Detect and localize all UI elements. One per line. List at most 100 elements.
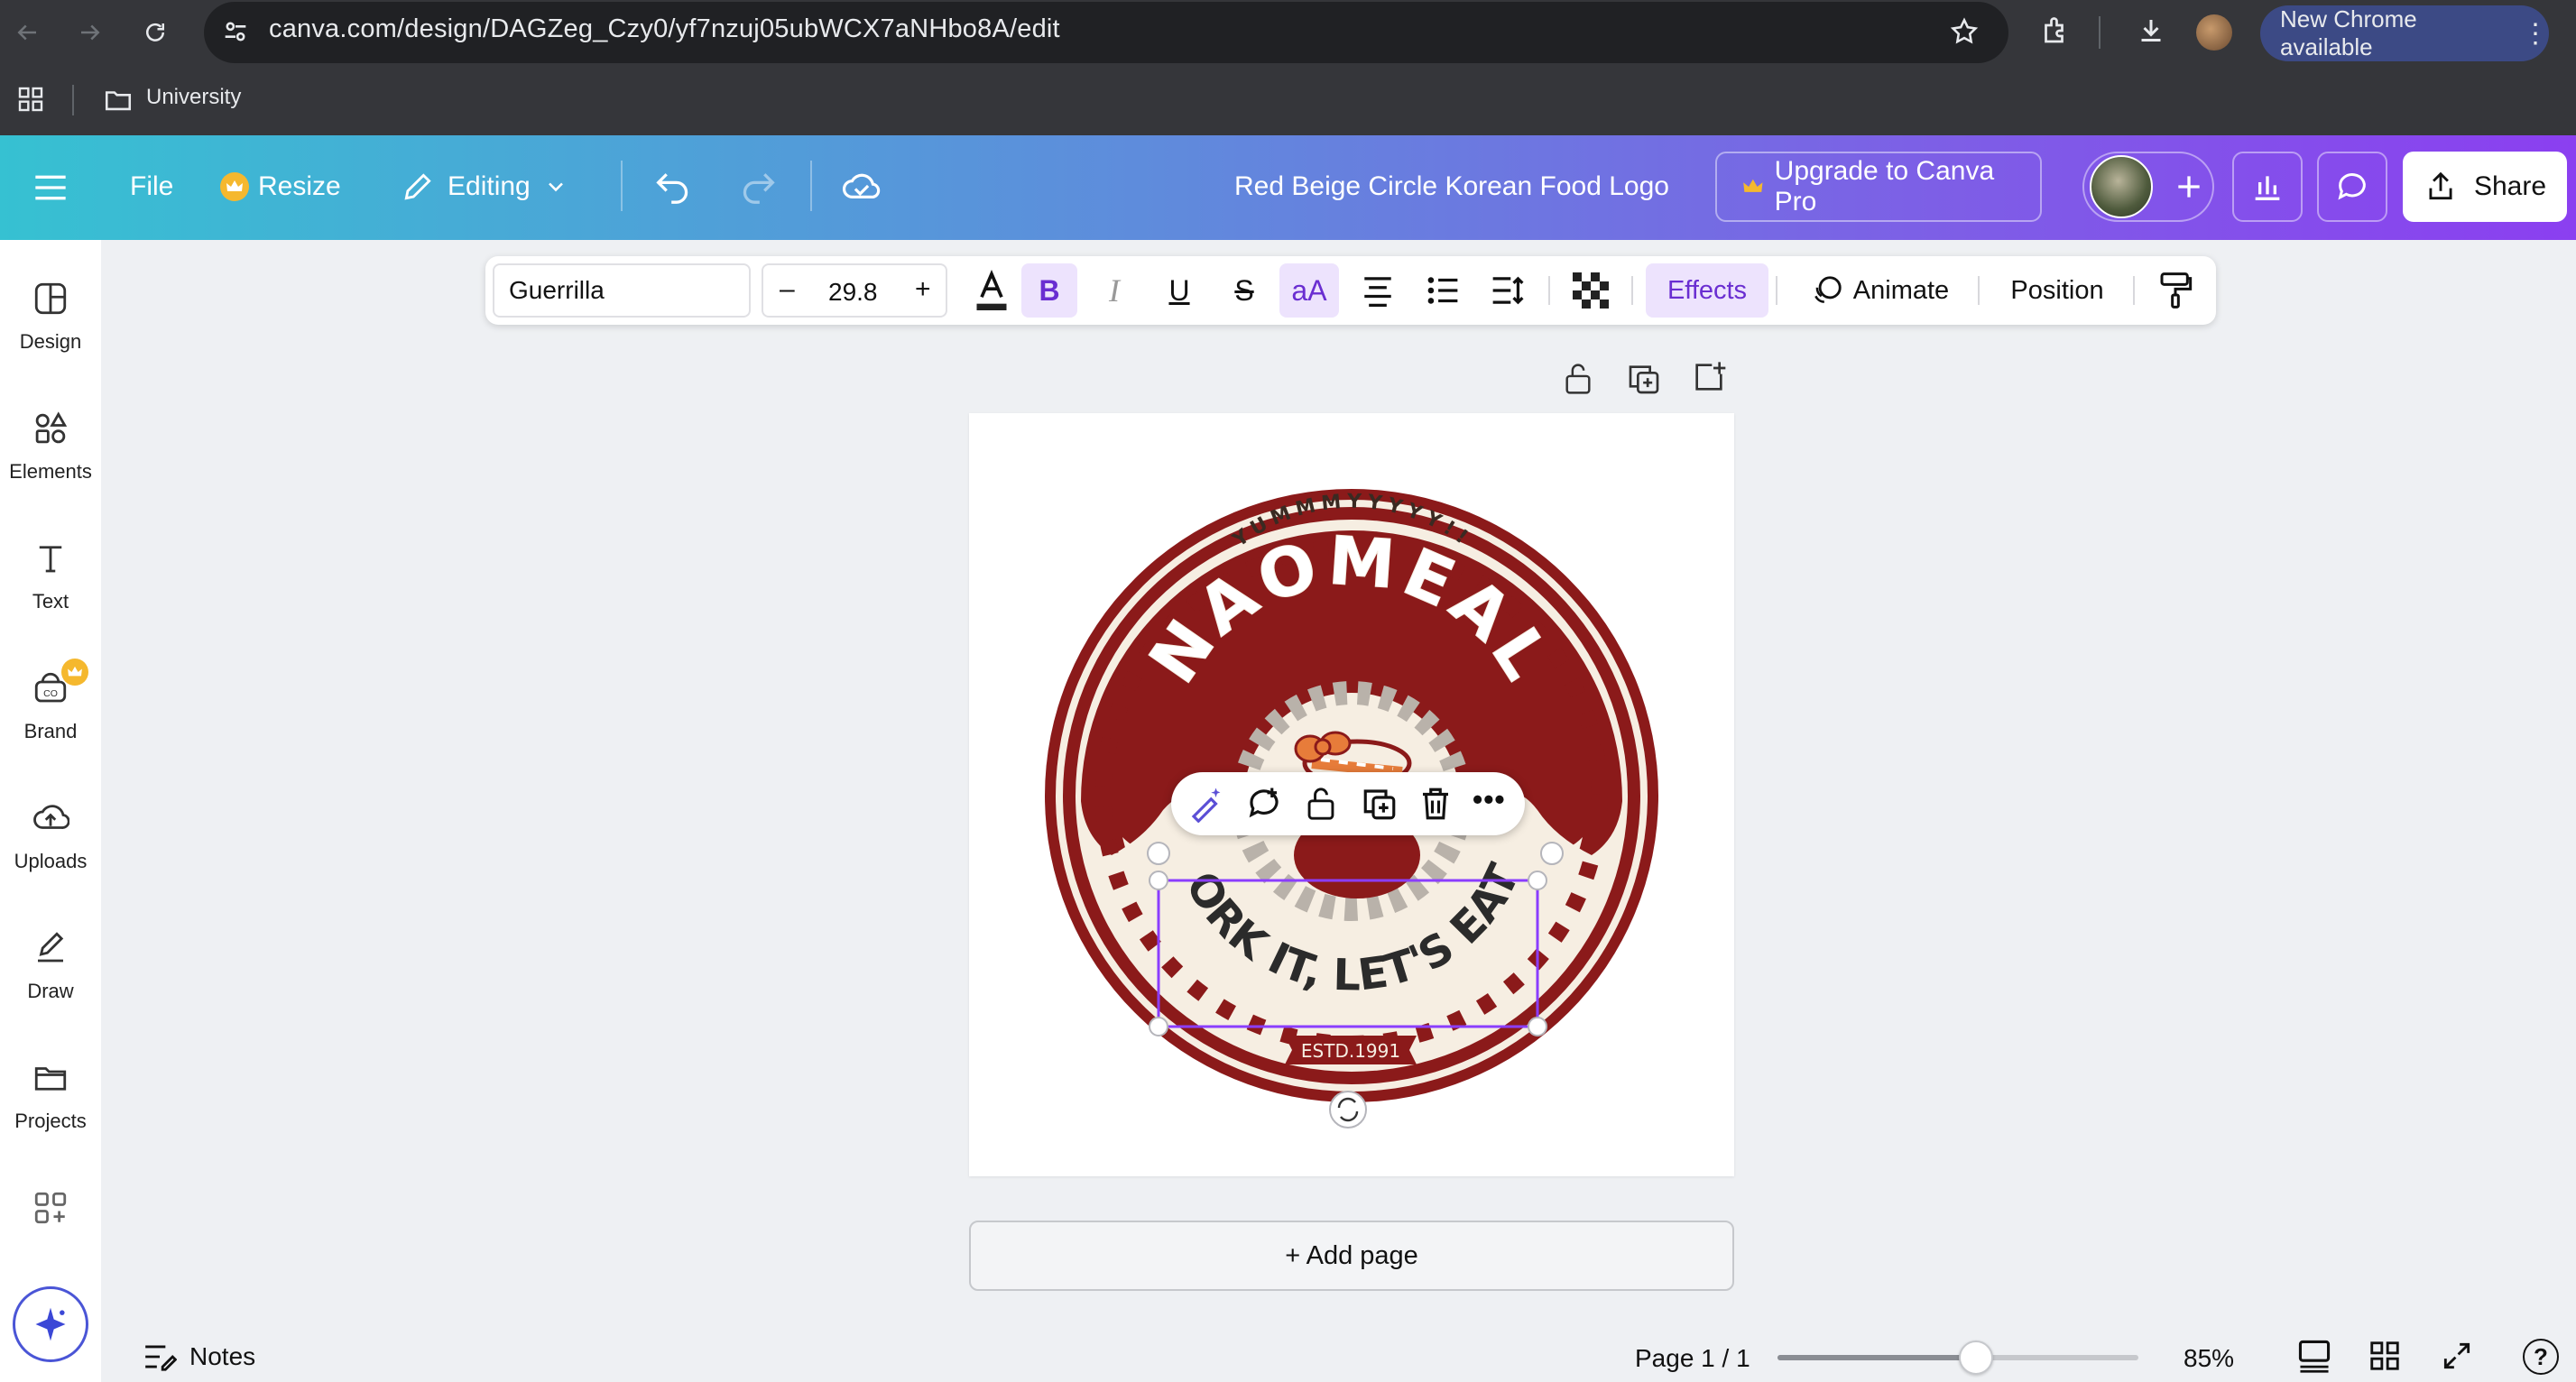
increase-size-button[interactable]: + — [915, 274, 931, 305]
transparency-icon — [1573, 272, 1609, 309]
menu-hamburger-icon[interactable] — [32, 171, 69, 204]
side-panel: Design Elements Text CO Brand Uploads Dr… — [0, 240, 101, 1382]
sidebar-item-label: Draw — [27, 980, 74, 1002]
cloud-saved-icon[interactable] — [841, 168, 882, 204]
animate-label: Animate — [1852, 275, 1950, 305]
sidebar-item-label: Uploads — [14, 850, 88, 872]
notes-button[interactable]: Notes — [143, 1342, 255, 1371]
download-icon[interactable] — [2135, 14, 2167, 47]
profile-avatar[interactable] — [2196, 14, 2232, 51]
pen-icon — [38, 932, 64, 963]
resize-label: Resize — [258, 171, 341, 201]
sidebar-apps[interactable] — [0, 1189, 101, 1239]
reload-icon[interactable] — [135, 13, 175, 52]
estd-text[interactable]: ESTD.1991 — [1301, 1040, 1400, 1062]
sidebar-item-text[interactable]: Text — [0, 539, 101, 613]
element-context-menu: ••• — [1171, 772, 1525, 835]
underline-button[interactable]: U — [1151, 256, 1207, 325]
collaborators-group[interactable] — [2082, 152, 2214, 222]
magic-assistant-button[interactable] — [13, 1286, 88, 1362]
pencil-icon — [404, 173, 431, 200]
sidebar-item-elements[interactable]: Elements — [0, 410, 101, 484]
sidebar-item-label: Brand — [23, 720, 78, 742]
more-options-icon[interactable]: ••• — [1473, 785, 1506, 814]
add-page-button[interactable]: + Add page — [969, 1221, 1734, 1291]
help-icon[interactable]: ? — [2523, 1339, 2559, 1375]
zoom-slider[interactable] — [1777, 1341, 2138, 1375]
user-avatar[interactable] — [2090, 155, 2153, 218]
copy-style-button[interactable] — [2147, 256, 2203, 325]
page-view-icon[interactable] — [2295, 1339, 2333, 1373]
sidebar-item-projects[interactable]: Projects — [0, 1059, 101, 1133]
strikethrough-button[interactable]: S — [1216, 256, 1272, 325]
redo-icon[interactable] — [738, 168, 778, 204]
add-comment-icon[interactable] — [1245, 785, 1283, 823]
undo-icon[interactable] — [653, 168, 693, 204]
bullet-list-icon — [1427, 277, 1458, 304]
bold-button[interactable]: B — [1021, 263, 1077, 318]
url-text[interactable]: canva.com/design/DAGZeg_Czy0/yf7nzuj05ub… — [269, 14, 1060, 44]
text-color-button[interactable] — [960, 256, 1023, 325]
share-label: Share — [2473, 171, 2547, 201]
fullscreen-icon[interactable] — [2440, 1339, 2474, 1373]
spacing-button[interactable] — [1478, 256, 1537, 325]
italic-icon: I — [1109, 272, 1120, 309]
sidebar-item-brand[interactable]: CO Brand — [0, 659, 101, 743]
editing-mode-dropdown[interactable]: Editing — [401, 170, 568, 204]
transparency-button[interactable] — [1561, 256, 1620, 325]
text-color-icon — [976, 270, 1007, 310]
toolbar-divider — [2099, 16, 2101, 49]
rotate-handle-icon[interactable] — [1329, 1091, 1367, 1129]
list-button[interactable] — [1413, 256, 1473, 325]
trash-icon[interactable] — [1417, 785, 1454, 823]
forward-arrow-icon[interactable] — [70, 13, 110, 52]
sidebar-item-label: Design — [19, 330, 82, 353]
duplicate-page-icon[interactable] — [1626, 361, 1662, 397]
share-button[interactable]: Share — [2403, 152, 2567, 222]
animate-button[interactable]: Animate — [1794, 256, 1965, 325]
lock-page-icon[interactable] — [1561, 361, 1595, 397]
comments-button[interactable] — [2317, 152, 2387, 222]
font-family-select[interactable]: Guerrilla — [493, 263, 751, 318]
bar-chart-icon — [2255, 176, 2280, 200]
kebab-menu-icon[interactable]: ⋮ — [2522, 18, 2549, 50]
align-center-button[interactable] — [1348, 256, 1408, 325]
bold-icon: B — [1039, 273, 1060, 307]
new-chrome-available-button[interactable]: New Chrome available ⋮ — [2260, 5, 2549, 61]
bookmark-divider — [72, 85, 74, 115]
extensions-icon[interactable] — [2039, 14, 2072, 47]
insights-button[interactable] — [2232, 152, 2303, 222]
upgrade-button[interactable]: Upgrade to Canva Pro — [1715, 152, 2042, 222]
upgrade-label: Upgrade to Canva Pro — [1774, 156, 1995, 217]
bookmark-star-icon[interactable] — [1949, 16, 1980, 47]
grid-view-icon[interactable] — [2368, 1339, 2402, 1373]
apps-grid-icon[interactable] — [16, 85, 45, 114]
header-divider — [621, 161, 623, 211]
add-page-icon[interactable] — [1691, 359, 1727, 395]
duplicate-icon[interactable] — [1361, 785, 1399, 823]
design-title[interactable]: Red Beige Circle Korean Food Logo — [1234, 171, 1669, 202]
sidebar-item-design[interactable]: Design — [0, 280, 101, 354]
zoom-level[interactable]: 85% — [2184, 1344, 2234, 1373]
decrease-size-button[interactable]: – — [780, 274, 795, 305]
zoom-slider-thumb[interactable] — [1959, 1341, 1993, 1375]
page-indicator[interactable]: Page 1 / 1 — [1635, 1344, 1750, 1373]
font-size-value[interactable]: 29.8 — [828, 278, 878, 307]
resize-button[interactable]: Resize — [220, 171, 341, 202]
magic-edit-icon[interactable] — [1187, 785, 1225, 823]
toolbar-divider — [1978, 276, 1980, 305]
add-collaborator-icon[interactable] — [2171, 169, 2207, 205]
back-arrow-icon[interactable] — [7, 13, 47, 52]
sidebar-item-uploads[interactable]: Uploads — [0, 799, 101, 873]
lock-icon[interactable] — [1303, 785, 1339, 823]
sidebar-item-label: Text — [32, 590, 69, 613]
browser-chrome: canva.com/design/DAGZeg_Czy0/yf7nzuj05ub… — [0, 0, 2576, 135]
italic-button[interactable]: I — [1086, 256, 1142, 325]
sidebar-item-draw[interactable]: Draw — [0, 929, 101, 1003]
position-button[interactable]: Position — [1994, 256, 2120, 325]
letter-case-button[interactable]: aA — [1279, 263, 1339, 318]
bookmark-university[interactable]: University — [146, 85, 241, 110]
file-menu[interactable]: File — [130, 171, 173, 202]
effects-button[interactable]: Effects — [1646, 263, 1768, 318]
site-settings-icon[interactable] — [220, 16, 251, 47]
